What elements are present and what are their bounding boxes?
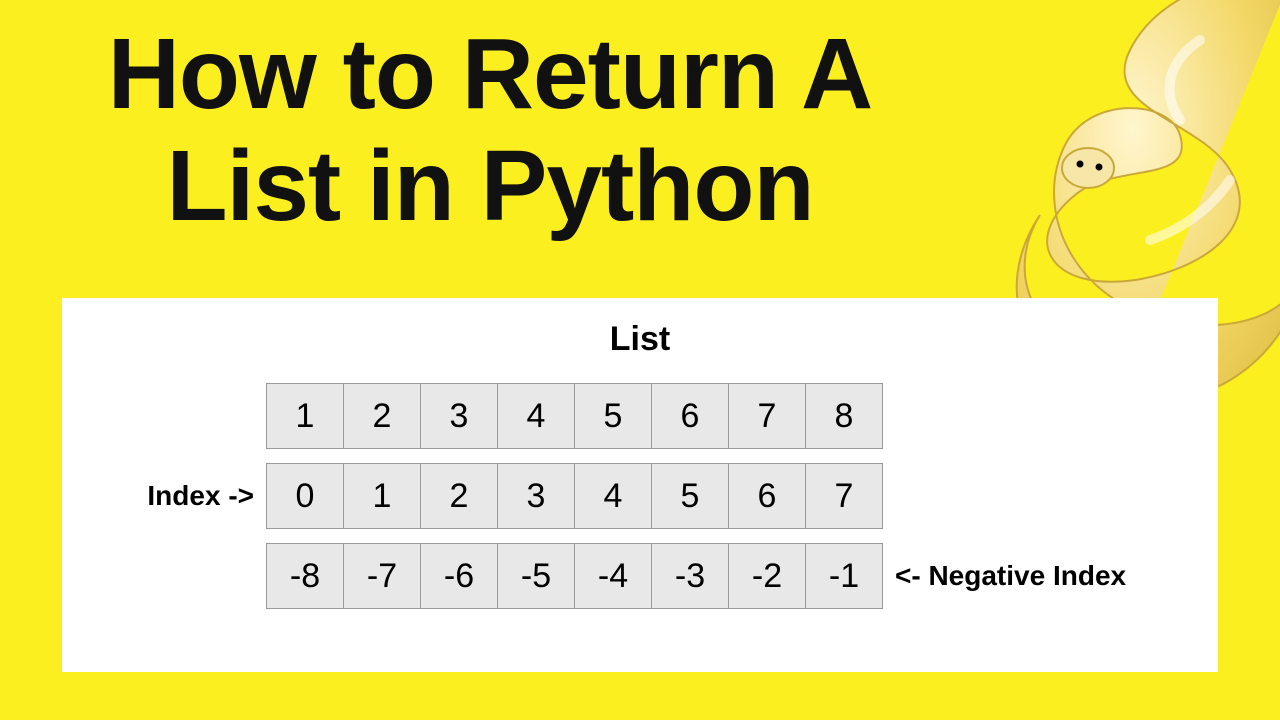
list-cell: 2 <box>343 383 421 449</box>
list-cell: 6 <box>728 463 806 529</box>
list-cell: 7 <box>728 383 806 449</box>
list-cell: 5 <box>574 383 652 449</box>
list-cell: 7 <box>805 463 883 529</box>
list-heading: List <box>86 320 1194 359</box>
list-cell: 3 <box>420 383 498 449</box>
list-cell: -8 <box>266 543 344 609</box>
list-cell: -2 <box>728 543 806 609</box>
list-values-cells: 1 2 3 4 5 6 7 8 <box>266 383 883 449</box>
list-cell: 4 <box>574 463 652 529</box>
list-cell: -3 <box>651 543 729 609</box>
list-cell: 1 <box>343 463 421 529</box>
index-row: Index -> 0 1 2 3 4 5 6 7 <box>86 463 1194 529</box>
index-cells: 0 1 2 3 4 5 6 7 <box>266 463 883 529</box>
list-cell: -1 <box>805 543 883 609</box>
negative-index-label: <- Negative Index <box>883 560 1183 592</box>
negative-index-cells: -8 -7 -6 -5 -4 -3 -2 -1 <box>266 543 883 609</box>
list-cell: 4 <box>497 383 575 449</box>
index-label: Index -> <box>86 480 266 512</box>
list-cell: 3 <box>497 463 575 529</box>
list-cell: -5 <box>497 543 575 609</box>
negative-index-row: -8 -7 -6 -5 -4 -3 -2 -1 <- Negative Inde… <box>86 543 1194 609</box>
list-values-row: 1 2 3 4 5 6 7 8 <box>86 383 1194 449</box>
list-cell: -6 <box>420 543 498 609</box>
list-cell: 5 <box>651 463 729 529</box>
list-cell: 0 <box>266 463 344 529</box>
page-title: How to Return A List in Python <box>70 18 910 242</box>
list-cell: 6 <box>651 383 729 449</box>
list-cell: 8 <box>805 383 883 449</box>
list-cell: 2 <box>420 463 498 529</box>
list-cell: 1 <box>266 383 344 449</box>
list-diagram-panel: List 1 2 3 4 5 6 7 8 Index -> 0 1 2 3 4 … <box>62 298 1218 672</box>
list-cell: -7 <box>343 543 421 609</box>
list-cell: -4 <box>574 543 652 609</box>
